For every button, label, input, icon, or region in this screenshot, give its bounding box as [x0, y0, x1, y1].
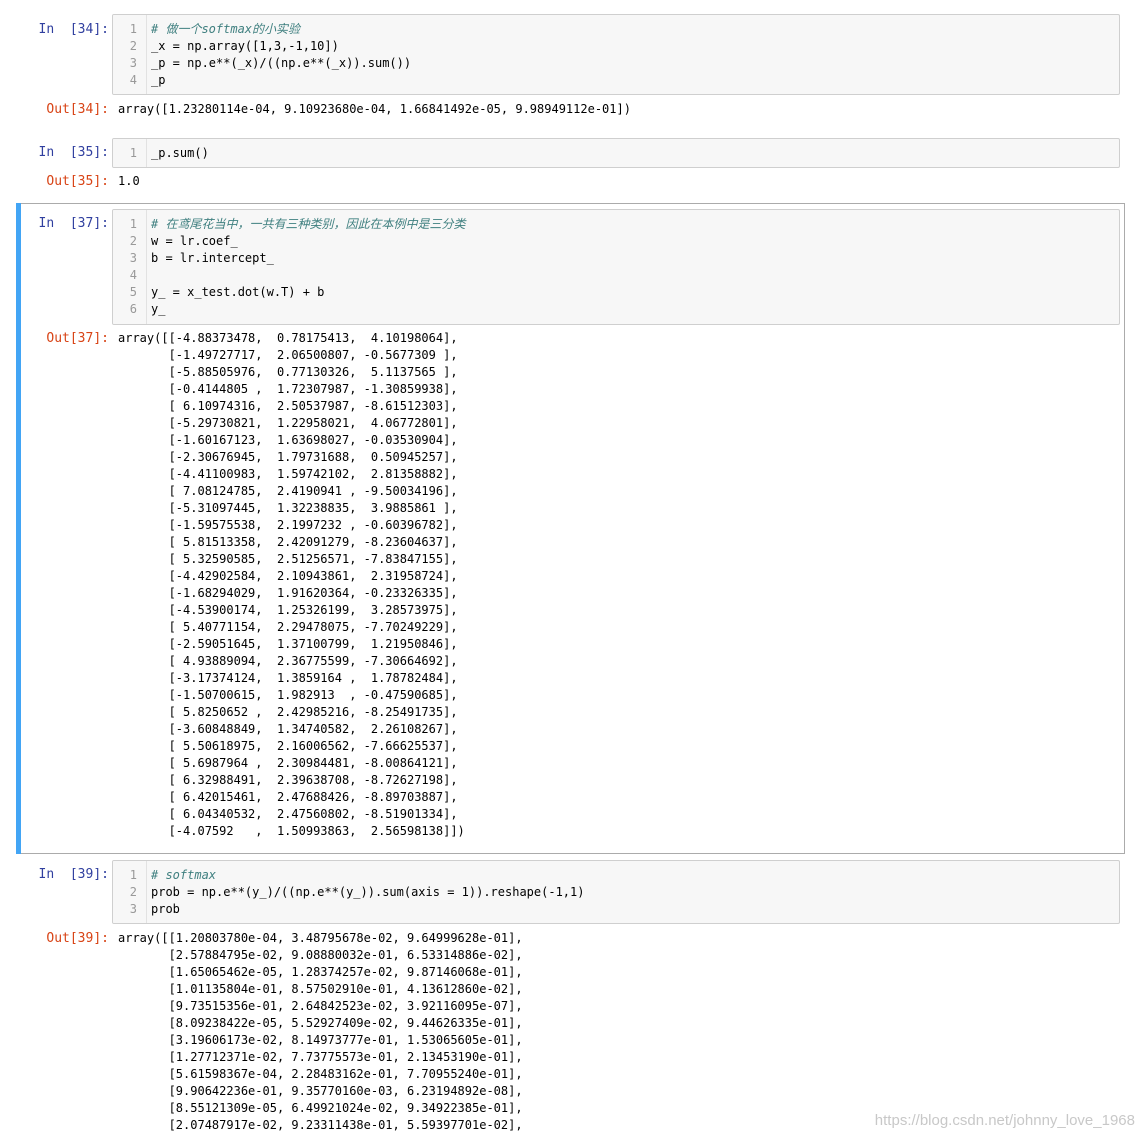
output-prompt: Out[37]:	[46, 331, 109, 346]
code-editor[interactable]: 1 # 做一个softmax的小实验 2 _x = np.array([1,3,-1…	[112, 14, 1120, 95]
cell-output: array([1.23280114e-04, 9.10923680e-04, 1…	[118, 102, 631, 116]
code-cell-34[interactable]: In [34]: 1 # 做一个softmax的小实验 2 _x = np.arra…	[16, 10, 1125, 132]
code-line: 2 prob = np.e**(y_)/((np.e**(y_)).sum(axi…	[129, 885, 585, 899]
code-line: 1 _p.sum()	[129, 146, 209, 160]
code-line: 1 # 做一个softmax的小实验	[129, 22, 301, 36]
code-line: 5 y_ = x_test.dot(w.T) + b	[129, 285, 325, 299]
input-prompt: In [37]:	[38, 216, 109, 231]
code-line: 2w = lr.coef_	[129, 234, 238, 248]
watermark: https://blog.csdn.net/johnny_love_1968	[874, 1112, 1135, 1129]
code-line: 4 _p	[129, 73, 166, 87]
code-line: 1 # 在鸢尾花当中，一共有三种类别，因此在本例中是三分类	[129, 217, 466, 231]
output-prompt: Out[39]:	[46, 931, 109, 946]
code-line: 6 y_	[129, 302, 166, 316]
cell-output: 1.0	[118, 174, 140, 188]
code-line: 3b = lr.intercept_	[129, 251, 274, 265]
code-line: 3 _p = np.e**(_x)/((np.e**(_x)).sum())	[129, 56, 412, 70]
input-prompt: In [39]:	[38, 867, 109, 882]
code-line: 1 # softmax	[129, 868, 217, 882]
code-cell-39[interactable]: In [39]: 1 # softmax 2 prob = np.e**(y_)/(…	[16, 856, 1125, 1137]
cell-output: array([[-4.88373478, 0.78175413, 4.10198…	[118, 331, 465, 838]
input-prompt: In [35]:	[38, 145, 109, 160]
code-editor[interactable]: 1 # 在鸢尾花当中，一共有三种类别，因此在本例中是三分类 2w = lr.coe…	[112, 209, 1120, 325]
cell-output: array([[1.20803780e-04, 3.48795678e-02, …	[118, 931, 523, 1132]
output-prompt: Out[35]:	[46, 174, 109, 189]
input-prompt: In [34]:	[38, 22, 109, 37]
code-line: 2 _x = np.array([1,3,-1,10])	[129, 39, 339, 53]
code-line: 4	[129, 268, 137, 282]
code-editor[interactable]: 1 # softmax 2 prob = np.e**(y_)/((np.e**(y…	[112, 860, 1120, 924]
code-cell-37[interactable]: In [37]: 1 # 在鸢尾花当中，一共有三种类别，因此在本例中是三分类 2w…	[16, 203, 1125, 854]
output-prompt: Out[34]:	[46, 102, 109, 117]
code-line: 3 prob	[129, 902, 180, 916]
code-editor[interactable]: 1 _p.sum()	[112, 138, 1120, 168]
code-cell-35[interactable]: In [35]: 1 _p.sum() Out[35]: 1.0	[16, 134, 1125, 194]
